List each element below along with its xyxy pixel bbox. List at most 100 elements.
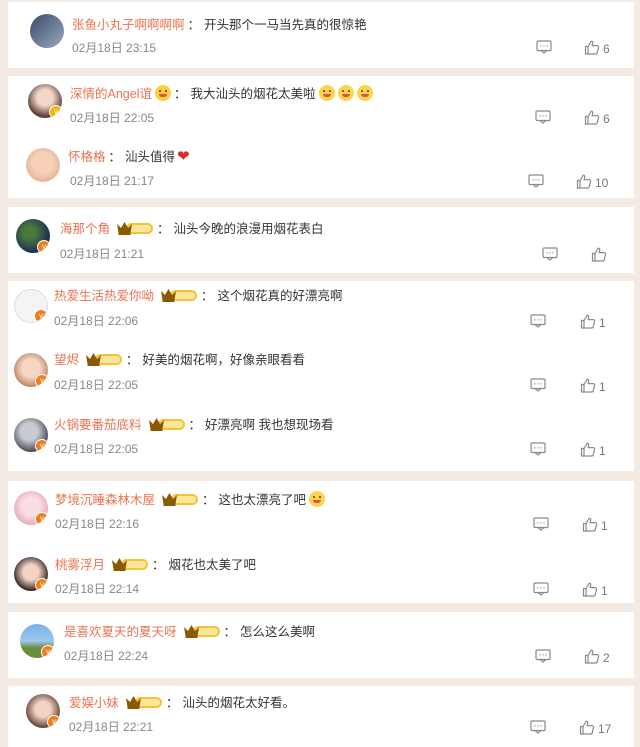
like-button[interactable]: 1 <box>580 314 606 330</box>
like-count: 6 <box>603 42 610 56</box>
username[interactable]: 怀格格 <box>68 150 106 164</box>
timestamp: 02月18日 22:06 <box>54 314 139 328</box>
member-crown-icon <box>116 220 154 236</box>
comment-card: v 热爱生活热爱你呦：这个烟花真的好漂亮啊 02月18日 22:06 1 v 望… <box>8 281 634 471</box>
comment-icon[interactable] <box>535 649 551 663</box>
emoji-icon <box>309 491 326 507</box>
thumbs-up-icon <box>580 378 596 393</box>
username[interactable]: 望烬 <box>54 353 79 367</box>
timestamp: 02月18日 22:05 <box>70 111 155 125</box>
member-crown-icon <box>85 351 123 367</box>
username[interactable]: 梦境沉睡森林木屋 <box>55 493 155 507</box>
member-crown-icon <box>161 491 199 507</box>
colon: ： <box>201 289 214 303</box>
like-button[interactable]: 1 <box>580 442 606 458</box>
username[interactable]: 张鱼小丸子啊啊啊啊 <box>72 18 185 32</box>
avatar[interactable]: v <box>14 418 48 452</box>
colon: ： <box>152 558 165 572</box>
timestamp: 02月18日 23:15 <box>72 41 157 55</box>
username[interactable]: 是喜欢夏天的夏天呀 <box>64 625 177 639</box>
emoji-icon <box>356 85 373 101</box>
like-count: 10 <box>595 176 609 190</box>
like-count: 6 <box>603 112 610 126</box>
thumbs-up-icon <box>582 517 598 532</box>
colon: ： <box>157 222 170 236</box>
verified-badge: v <box>37 240 50 253</box>
comment-text: 汕头今晚的浪漫用烟花表白 <box>173 222 324 236</box>
comment-text: 好漂亮啊 我也想现场看 <box>205 418 334 432</box>
like-count: 1 <box>601 519 608 533</box>
comment-text: 烟花也太美了吧 <box>168 558 257 572</box>
avatar[interactable]: v <box>14 491 48 525</box>
thumbs-up-icon <box>584 649 600 664</box>
avatar[interactable] <box>26 148 60 182</box>
avatar[interactable]: v <box>14 353 48 387</box>
comment-card: v 是喜欢夏天的夏天呀 ：怎么这么美啊 02月18日 22:24 2 <box>8 612 634 678</box>
thumbs-up-icon <box>584 40 600 55</box>
like-button[interactable]: 10 <box>576 174 608 190</box>
comment-icon[interactable] <box>530 442 546 456</box>
like-button[interactable]: 6 <box>584 110 610 126</box>
avatar[interactable]: v <box>14 557 48 591</box>
like-button[interactable]: 1 <box>582 517 608 533</box>
comment-icon[interactable] <box>536 40 552 54</box>
comment-text: 怎么这么美啊 <box>240 625 316 639</box>
colon: ： <box>188 418 202 432</box>
avatar[interactable]: v <box>28 84 62 118</box>
thumbs-up-icon <box>580 314 596 329</box>
like-button[interactable] <box>591 247 610 263</box>
timestamp: 02月18日 22:16 <box>55 517 140 531</box>
comment-icon[interactable] <box>533 517 549 531</box>
emoji-icon <box>318 85 335 101</box>
emoji-icon <box>337 85 354 101</box>
colon: ： <box>108 150 122 164</box>
comment-card: v 梦境沉睡森林木屋：这也太漂亮了吧 02月18日 22:16 1 v 桃雾浮月… <box>8 481 634 603</box>
comment-icon[interactable] <box>528 174 544 188</box>
like-button[interactable]: 6 <box>584 40 610 56</box>
username[interactable]: 火锅要番茄底料 <box>54 418 142 432</box>
username[interactable]: 爱娱小妹 <box>69 696 119 710</box>
avatar[interactable]: v <box>26 694 60 728</box>
comment-icon[interactable] <box>530 314 546 328</box>
comment-icon[interactable] <box>533 582 549 596</box>
thumbs-up-icon <box>579 720 595 735</box>
avatar[interactable] <box>30 14 64 48</box>
verified-badge: v <box>49 105 62 118</box>
verified-badge: v <box>35 374 48 387</box>
verified-badge: v <box>35 578 48 591</box>
comment-text: 好美的烟花啊，好像亲眼看看 <box>142 353 306 367</box>
like-button[interactable]: 2 <box>584 649 610 665</box>
timestamp: 02月18日 21:17 <box>70 174 155 188</box>
colon: ： <box>166 696 179 710</box>
avatar[interactable]: v <box>16 219 50 253</box>
colon: ： <box>202 493 215 507</box>
like-button[interactable]: 1 <box>580 378 606 394</box>
comment-card: v 爱娱小妹 ：汕头的烟花太好看。 02月18日 22:21 17 <box>8 686 634 747</box>
verified-badge: v <box>35 512 48 525</box>
like-button[interactable]: 1 <box>582 582 608 598</box>
colon: ： <box>126 353 139 367</box>
thumbs-up-icon <box>576 174 592 189</box>
username[interactable]: 深情的Angel谊 <box>70 87 152 101</box>
comment-icon[interactable] <box>530 378 546 392</box>
timestamp: 02月18日 22:21 <box>69 720 154 734</box>
timestamp: 02月18日 22:24 <box>64 649 149 663</box>
comment-icon[interactable] <box>535 110 551 124</box>
crown-emoji-icon <box>154 85 171 101</box>
username[interactable]: 海那个角 <box>60 222 110 236</box>
avatar[interactable]: v <box>14 289 48 323</box>
comment-text: 我大汕头的烟花太美啦 <box>190 87 316 101</box>
timestamp: 02月18日 22:05 <box>54 378 139 392</box>
thumbs-up-icon <box>584 110 600 125</box>
like-button[interactable]: 17 <box>579 720 611 736</box>
comment-text: 开头那个一马当先真的很惊艳 <box>204 18 367 32</box>
comment-card: v 海那个角 ：汕头今晚的浪漫用烟花表白 02月18日 21:21 <box>8 207 634 273</box>
comment-icon[interactable] <box>542 247 558 261</box>
username[interactable]: 热爱生活热爱你呦 <box>54 289 154 303</box>
avatar[interactable]: v <box>20 624 54 658</box>
comment-icon[interactable] <box>530 720 546 734</box>
member-crown-icon <box>125 694 163 710</box>
like-count: 1 <box>599 316 606 330</box>
username[interactable]: 桃雾浮月 <box>55 558 105 572</box>
member-crown-icon <box>148 416 186 432</box>
